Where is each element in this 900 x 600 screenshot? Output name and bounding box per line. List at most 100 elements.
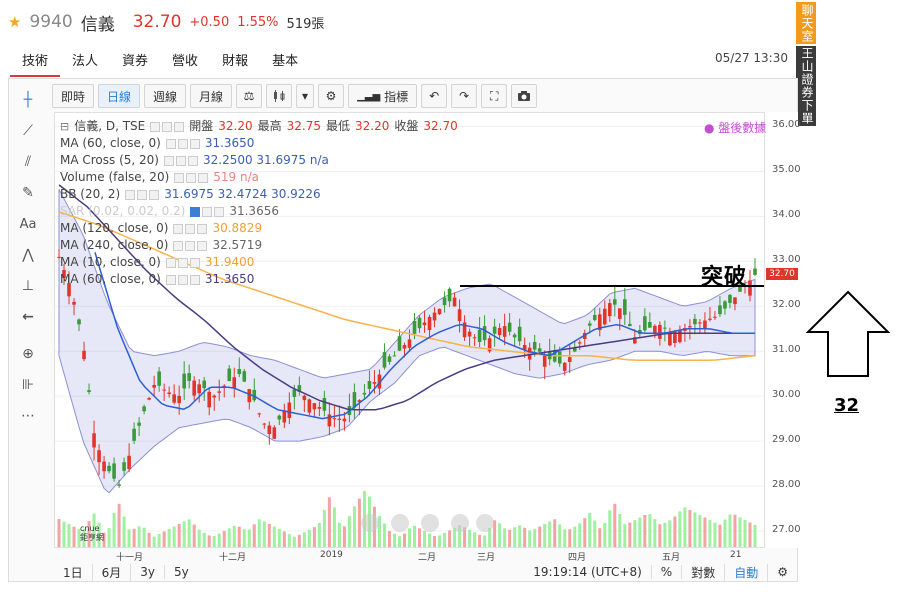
tab-institutional[interactable]: 法人 xyxy=(60,48,110,77)
zoom-in-icon[interactable]: ⊕ xyxy=(14,340,42,368)
volume-bar xyxy=(257,519,261,547)
settings-gear-icon[interactable]: ⚙ xyxy=(318,84,345,108)
candle-body xyxy=(262,423,267,425)
percent-toggle[interactable]: % xyxy=(652,565,683,579)
range-1d[interactable]: 1日 xyxy=(54,563,93,581)
volume-bar xyxy=(468,529,472,547)
legend-tools-icon[interactable] xyxy=(174,172,209,183)
daily-button[interactable]: 日線 xyxy=(98,84,141,108)
ruler-icon[interactable]: ⊪ xyxy=(14,371,42,399)
more-icon[interactable]: ⋯ xyxy=(14,402,42,430)
compare-scale-icon[interactable]: ⚖ xyxy=(236,84,263,108)
settings-gear-icon[interactable]: ⚙ xyxy=(768,565,798,579)
legend-tools-icon[interactable] xyxy=(125,189,160,200)
measure-icon[interactable]: ⊥ xyxy=(14,272,42,300)
candle-body xyxy=(312,403,317,410)
volume-bar xyxy=(718,524,722,547)
tab-technical[interactable]: 技術 xyxy=(10,48,61,77)
price-axis[interactable]: 36.00 35.00 34.00 33.00 32.00 31.00 30.00 29.00… xyxy=(766,112,801,548)
tab-financials[interactable]: 財報 xyxy=(210,48,260,77)
collapse-icon[interactable]: ⊟ xyxy=(60,118,69,135)
text-tool-icon[interactable]: Aa xyxy=(14,210,42,238)
weekly-button[interactable]: 週線 xyxy=(144,84,187,108)
legend-indicator-values: 31.3650 xyxy=(204,272,255,286)
fib-lines-icon[interactable]: ⫽ xyxy=(14,148,42,176)
candle-body xyxy=(242,371,247,382)
candle-body xyxy=(272,427,277,439)
legend-indicator-name: MA (120, close, 0) xyxy=(60,221,169,235)
volume-bar xyxy=(423,530,427,547)
tab-revenue[interactable]: 營收 xyxy=(160,48,210,77)
candle-style-icon[interactable] xyxy=(266,84,293,108)
legend-tools-icon[interactable] xyxy=(150,121,185,132)
legend-tools-icon[interactable] xyxy=(173,223,208,234)
candle-body xyxy=(417,317,422,329)
arrow-left-icon[interactable]: ← xyxy=(14,303,42,331)
time-axis[interactable]: 十一月 十二月 2019 二月 三月 四月 五月 21 xyxy=(54,548,765,563)
legend-tools-icon[interactable] xyxy=(165,138,200,149)
volume-bar xyxy=(653,519,657,547)
trendline-icon[interactable]: ⟋ xyxy=(14,117,42,145)
candle-body xyxy=(332,418,337,420)
after-hours-data-link[interactable]: ● 盤後數據 xyxy=(704,119,766,136)
candle-body xyxy=(713,316,717,318)
volume-bar xyxy=(753,525,757,547)
volume-bar xyxy=(543,523,547,547)
volume-bar xyxy=(528,530,532,547)
volume-bar xyxy=(222,530,226,547)
candle-body xyxy=(232,377,237,389)
chevron-down-icon[interactable]: ▾ xyxy=(296,84,315,108)
logo-line1: cnue xyxy=(80,524,100,533)
tab-basic[interactable]: 基本 xyxy=(260,48,310,77)
broker-order-button[interactable]: 王山證券下單 xyxy=(796,46,816,126)
breakout-label: 突破 xyxy=(701,265,748,290)
intraday-button[interactable]: 即時 xyxy=(52,84,95,108)
monthly-button[interactable]: 月線 xyxy=(190,84,233,108)
legend-tools-icon[interactable] xyxy=(165,257,200,268)
candle-body xyxy=(723,301,727,309)
legend-tools-icon[interactable] xyxy=(190,206,225,217)
auto-scale-toggle[interactable]: 自動 xyxy=(725,563,769,581)
volume-bar xyxy=(583,518,587,547)
candle-body xyxy=(623,299,627,315)
undo-icon[interactable]: ↶ xyxy=(421,84,448,108)
candle-body xyxy=(382,352,387,368)
redo-icon[interactable]: ↷ xyxy=(451,84,478,108)
candle-body xyxy=(107,465,111,472)
legend-indicator-values: 31.9400 xyxy=(204,255,255,269)
volume-total: 519張 xyxy=(286,16,325,32)
crosshair-icon[interactable]: ┼ xyxy=(14,86,42,114)
range-6m[interactable]: 6月 xyxy=(93,563,132,581)
candle-body xyxy=(733,297,737,305)
range-5y[interactable]: 5y xyxy=(165,565,198,579)
legend-indicator-values: 31.6975 32.4724 30.9226 xyxy=(164,187,321,201)
candle-body xyxy=(507,322,512,332)
legend-tools-icon[interactable] xyxy=(173,240,208,251)
volume-bar xyxy=(202,532,206,547)
log-toggle[interactable]: 對數 xyxy=(682,563,726,581)
fullscreen-icon[interactable]: ⛶ xyxy=(481,84,508,108)
volume-bar xyxy=(232,525,236,547)
candle-body xyxy=(753,268,757,275)
volume-bar xyxy=(132,528,136,547)
legend-indicator-values: 519 n/a xyxy=(213,170,259,184)
chatroom-button[interactable]: 聊天室 xyxy=(796,2,816,44)
candle-body xyxy=(422,322,427,326)
candle-body xyxy=(607,303,612,317)
pattern-icon[interactable]: ⋀ xyxy=(14,241,42,269)
volume-bar xyxy=(357,498,361,547)
candle-body xyxy=(217,391,222,393)
range-3y[interactable]: 3y xyxy=(131,565,166,579)
brush-icon[interactable]: ✎ xyxy=(14,179,42,207)
volume-bar xyxy=(147,532,151,547)
favorite-star-icon[interactable]: ★ xyxy=(8,13,21,31)
volume-bar xyxy=(227,528,231,547)
candle-body xyxy=(612,299,617,305)
camera-icon[interactable] xyxy=(511,84,538,108)
legend-tools-icon[interactable] xyxy=(163,155,198,166)
tab-margin[interactable]: 資券 xyxy=(110,48,160,77)
candle-body xyxy=(137,422,141,426)
indicators-button[interactable]: ▁▃▅ 指標 xyxy=(348,84,418,108)
candle-body xyxy=(447,288,452,302)
legend-tools-icon[interactable] xyxy=(165,274,200,285)
